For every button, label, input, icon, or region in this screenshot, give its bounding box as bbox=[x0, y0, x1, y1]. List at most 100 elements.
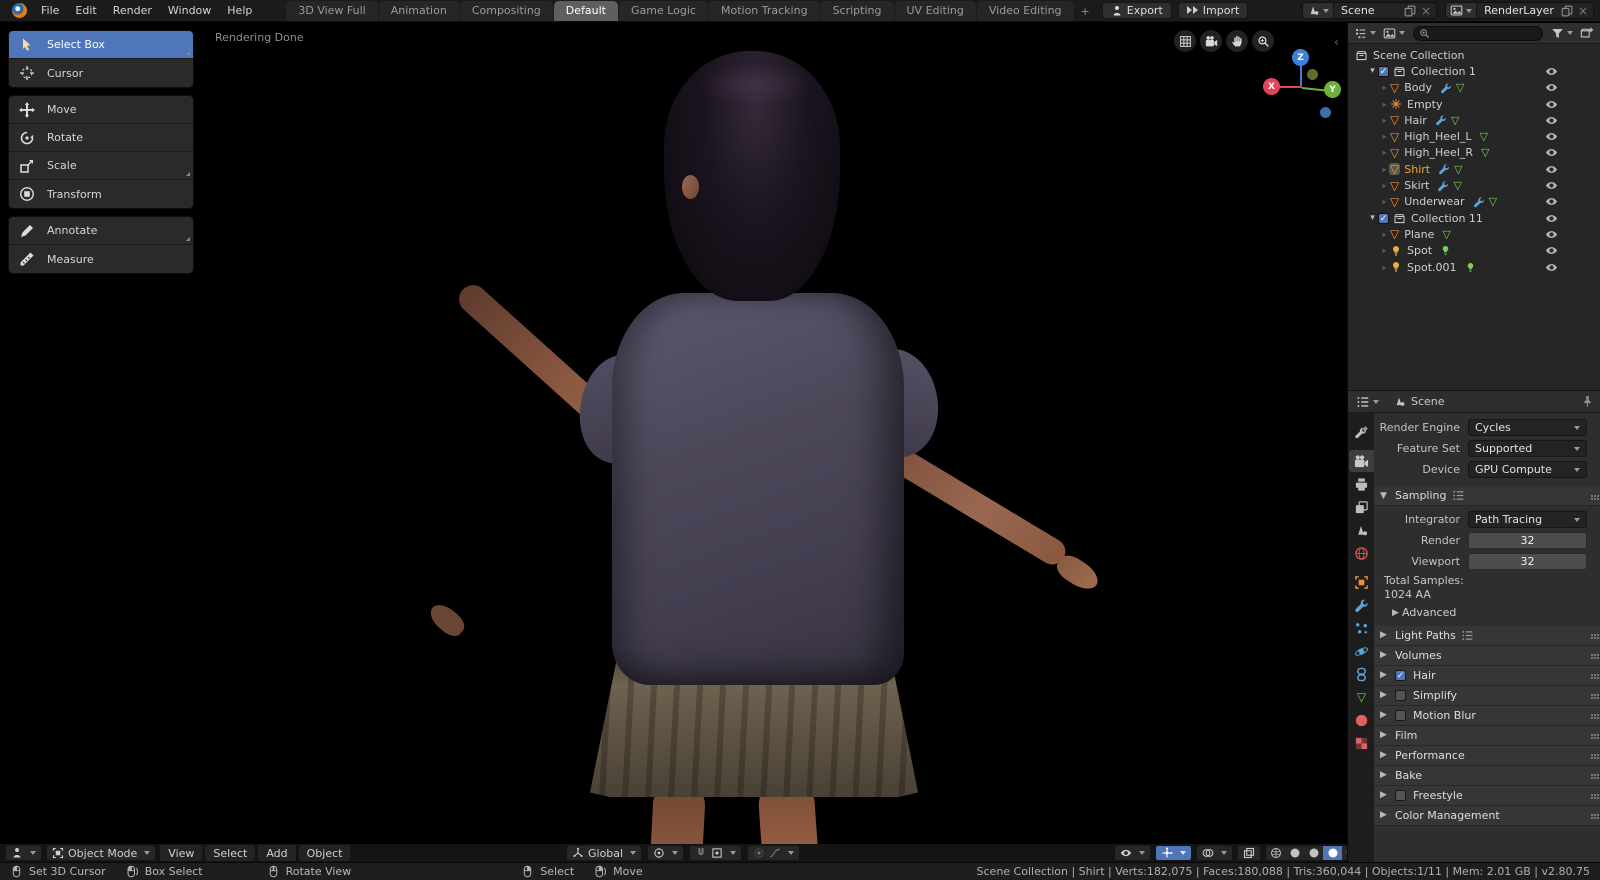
section-checkbox-freestyle[interactable] bbox=[1395, 789, 1406, 801]
proportional-icon[interactable] bbox=[753, 847, 765, 859]
gizmo-neg-z-dot[interactable] bbox=[1320, 107, 1331, 118]
gizmo-neg-y-dot[interactable] bbox=[1307, 69, 1318, 80]
outliner-item-underwear[interactable]: ▸ ▽ Underwear ▽ bbox=[1348, 194, 1600, 210]
section-motion-blur[interactable]: ▶ Motion Blur bbox=[1374, 705, 1600, 726]
new-scene-icon[interactable] bbox=[1404, 5, 1416, 17]
hide-viewport-toggle[interactable] bbox=[1545, 146, 1558, 159]
tool-scale[interactable]: Scale bbox=[9, 152, 193, 180]
outliner-item-skirt[interactable]: ▸ ▽ Skirt ▽ bbox=[1348, 177, 1600, 193]
workspace-tab-motion-tracking[interactable]: Motion Tracking bbox=[708, 1, 820, 21]
tool-measure[interactable]: Measure bbox=[9, 245, 193, 273]
menu-file[interactable]: File bbox=[33, 4, 67, 17]
snap-controls[interactable] bbox=[689, 845, 743, 861]
properties-tab-constraints[interactable] bbox=[1349, 663, 1374, 685]
outliner-item-scene-collection[interactable]: Scene Collection bbox=[1348, 47, 1600, 63]
menu-window[interactable]: Window bbox=[160, 4, 219, 17]
expander[interactable]: ▾ bbox=[1367, 66, 1378, 76]
pivot-point-selector[interactable] bbox=[647, 845, 685, 861]
renderlayer-name[interactable]: RenderLayer bbox=[1477, 4, 1561, 17]
expander[interactable]: ▸ bbox=[1380, 100, 1389, 109]
unlink-renderlayer-button[interactable]: × bbox=[1573, 4, 1593, 18]
advanced-toggle[interactable]: ▶ Advanced bbox=[1374, 604, 1600, 622]
scene-name[interactable]: Scene bbox=[1334, 4, 1404, 17]
field-viewport[interactable]: 32 bbox=[1468, 553, 1587, 570]
hide-viewport-toggle[interactable] bbox=[1545, 81, 1558, 94]
field-integrator[interactable]: Path Tracing bbox=[1468, 511, 1587, 528]
hide-viewport-toggle[interactable] bbox=[1545, 114, 1558, 127]
tool-select-box[interactable]: Select Box bbox=[9, 31, 193, 59]
properties-tab-view-layer[interactable] bbox=[1349, 496, 1374, 518]
properties-tab-scene[interactable] bbox=[1349, 519, 1374, 541]
hide-viewport-toggle[interactable] bbox=[1545, 65, 1558, 78]
viewport-menu-select[interactable]: Select bbox=[205, 845, 256, 861]
properties-tab-output[interactable] bbox=[1349, 473, 1374, 495]
outliner-display-mode-button[interactable] bbox=[1381, 27, 1407, 40]
gizmo-x-ball[interactable]: X bbox=[1263, 78, 1280, 95]
gizmo-y-ball[interactable]: Y bbox=[1324, 81, 1341, 98]
outliner-search-input[interactable] bbox=[1413, 25, 1543, 41]
tool-cursor[interactable]: Cursor bbox=[9, 59, 193, 87]
workspace-tab-game-logic[interactable]: Game Logic bbox=[618, 1, 708, 21]
field-render[interactable]: 32 bbox=[1468, 532, 1587, 549]
hide-viewport-toggle[interactable] bbox=[1545, 261, 1558, 274]
properties-tab-particles[interactable] bbox=[1349, 617, 1374, 639]
gizmos-toggle[interactable] bbox=[1155, 845, 1192, 861]
camera-view-button[interactable] bbox=[1200, 30, 1222, 52]
scene-browse-button[interactable] bbox=[1303, 3, 1335, 18]
expander[interactable]: ▾ bbox=[1367, 213, 1378, 223]
viewport-3d[interactable]: Rendering Done Select Box Cursor Move Ro… bbox=[0, 23, 1346, 844]
expander[interactable]: ▸ bbox=[1380, 132, 1389, 141]
hide-viewport-toggle[interactable] bbox=[1545, 195, 1558, 208]
workspace-tab-animation[interactable]: Animation bbox=[378, 1, 459, 21]
gizmo-z-ball[interactable]: Z bbox=[1292, 49, 1309, 66]
xray-toggle[interactable] bbox=[1237, 845, 1261, 861]
shading-solid-button[interactable] bbox=[1285, 846, 1304, 860]
expander[interactable]: ▸ bbox=[1380, 181, 1389, 190]
export-button[interactable]: Export bbox=[1101, 2, 1172, 19]
magnet-icon[interactable] bbox=[695, 847, 707, 859]
expander[interactable]: ▸ bbox=[1380, 230, 1389, 239]
expander[interactable]: ▸ bbox=[1380, 246, 1389, 255]
shading-rendered-button[interactable] bbox=[1323, 846, 1342, 860]
scene-selector[interactable]: Scene × bbox=[1302, 2, 1438, 19]
properties-tab-data[interactable]: ▽ bbox=[1349, 686, 1374, 708]
mode-selector[interactable]: Object Mode bbox=[46, 845, 157, 861]
outliner-item-high-heel-r[interactable]: ▸ ▽ High_Heel_R ▽ bbox=[1348, 145, 1600, 161]
unlink-scene-button[interactable]: × bbox=[1416, 4, 1436, 18]
hide-viewport-toggle[interactable] bbox=[1545, 228, 1558, 241]
viewport-menu-view[interactable]: View bbox=[160, 845, 203, 861]
nav-gizmo[interactable]: Z X Y bbox=[1262, 49, 1342, 121]
outliner-item-plane[interactable]: ▸ ▽ Plane ▽ bbox=[1348, 226, 1600, 242]
collection-checkbox[interactable]: ✓ bbox=[1378, 212, 1389, 224]
viewport-menu-object[interactable]: Object bbox=[298, 845, 351, 861]
tool-move[interactable]: Move bbox=[9, 96, 193, 124]
section-simplify[interactable]: ▶ Simplify bbox=[1374, 685, 1600, 706]
transform-orientation-selector[interactable]: Global bbox=[566, 845, 643, 861]
menu-help[interactable]: Help bbox=[219, 4, 260, 17]
outliner-item-collection-11[interactable]: ▾ ✓ Collection 11 bbox=[1348, 210, 1600, 226]
expander[interactable]: ▸ bbox=[1380, 197, 1389, 206]
workspace-tab-uv-editing[interactable]: UV Editing bbox=[894, 1, 976, 21]
workspace-tab-compositing[interactable]: Compositing bbox=[459, 1, 553, 21]
expander[interactable]: ▸ bbox=[1380, 116, 1389, 125]
section-checkbox-hair[interactable]: ✓ bbox=[1395, 669, 1406, 681]
shading-wireframe-button[interactable] bbox=[1266, 846, 1285, 860]
menu-edit[interactable]: Edit bbox=[67, 4, 104, 17]
properties-editor-type-button[interactable] bbox=[1354, 395, 1381, 409]
proportional-editing-controls[interactable] bbox=[747, 845, 801, 861]
renderlayer-selector[interactable]: RenderLayer × bbox=[1445, 2, 1594, 19]
outliner-item-high-heel-l[interactable]: ▸ ▽ High_Heel_L ▽ bbox=[1348, 128, 1600, 144]
outliner-filter-button[interactable] bbox=[1549, 27, 1575, 40]
section-film[interactable]: ▶ Film bbox=[1374, 725, 1600, 746]
properties-tab-render[interactable] bbox=[1349, 450, 1374, 472]
workspace-tab-video-editing[interactable]: Video Editing bbox=[976, 1, 1074, 21]
properties-tab-object[interactable] bbox=[1349, 571, 1374, 593]
outliner-item-body[interactable]: ▸ ▽ Body ▽ bbox=[1348, 80, 1600, 96]
outliner-item-spot[interactable]: ▸ Spot bbox=[1348, 243, 1600, 259]
workspace-tab-default[interactable]: Default bbox=[553, 1, 618, 21]
menu-render[interactable]: Render bbox=[105, 4, 160, 17]
outliner-item-shirt[interactable]: ▸ ▽ Shirt ▽ bbox=[1348, 161, 1600, 177]
field-render-engine[interactable]: Cycles bbox=[1468, 419, 1587, 436]
tool-rotate[interactable]: Rotate bbox=[9, 124, 193, 152]
properties-tab-world[interactable] bbox=[1349, 542, 1374, 564]
